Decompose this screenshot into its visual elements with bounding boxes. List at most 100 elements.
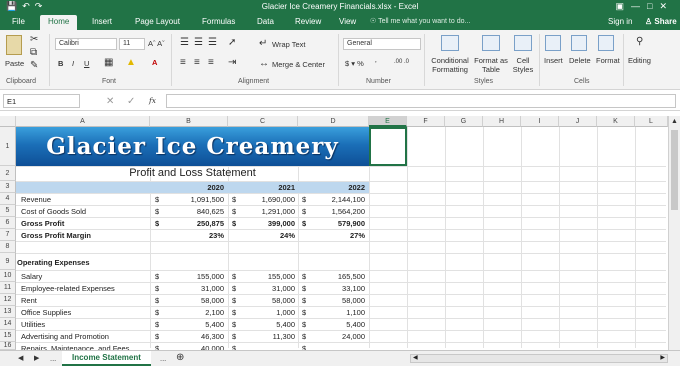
insert-function-icon[interactable]: fx [149, 96, 156, 105]
font-size-combo[interactable]: 11 [119, 38, 145, 50]
enter-icon[interactable]: ✓ [127, 96, 135, 107]
cell-styles-button[interactable]: Cell Styles [509, 56, 537, 74]
tab-view[interactable]: View [339, 17, 356, 26]
column-header-d[interactable]: D [298, 116, 369, 127]
underline-button[interactable]: U [84, 59, 89, 68]
orientation-icon[interactable]: ➚ [228, 37, 236, 48]
row-header-11[interactable]: 11 [0, 282, 16, 294]
row-header-5[interactable]: 5 [0, 205, 16, 217]
tab-file[interactable]: File [12, 17, 25, 26]
row-header-10[interactable]: 10 [0, 270, 16, 282]
italic-button[interactable]: I [72, 59, 74, 68]
column-header-h[interactable]: H [483, 116, 521, 127]
next-sheet-icon[interactable]: ▶ [34, 353, 39, 364]
format-as-table-button[interactable]: Format as Table [473, 56, 509, 74]
indent-icon[interactable]: ⇥ [228, 57, 236, 68]
vertical-scrollbar[interactable]: ▲ [668, 116, 680, 350]
prev-sheet-icon[interactable]: ◀ [18, 353, 23, 364]
align-right-icon[interactable]: ≡ [208, 57, 214, 68]
column-header-e[interactable]: E [369, 116, 407, 127]
active-cell-e1[interactable] [369, 127, 407, 166]
editing-button[interactable]: Editing [628, 56, 651, 65]
row-header-14[interactable]: 14 [0, 318, 16, 330]
column-header-l[interactable]: L [635, 116, 668, 127]
currency-button[interactable]: $ ▾ % [345, 59, 364, 68]
delete-button[interactable]: Delete [569, 56, 591, 65]
copy-icon[interactable]: ⧉ [30, 47, 37, 58]
more-sheets-right[interactable]: ... [160, 354, 166, 363]
row-header-6[interactable]: 6 [0, 217, 16, 229]
number-format-combo[interactable]: General [343, 38, 421, 50]
tab-review[interactable]: Review [295, 17, 321, 26]
paste-icon[interactable] [6, 35, 22, 55]
bold-button[interactable]: B [58, 59, 63, 68]
gridline [16, 306, 666, 307]
merge-center-button[interactable]: Merge & Center [272, 60, 325, 69]
insert-button[interactable]: Insert [544, 56, 563, 65]
sign-in-link[interactable]: Sign in [608, 17, 632, 26]
row-header-13[interactable]: 13 [0, 306, 16, 318]
tab-formulas[interactable]: Formulas [202, 17, 235, 26]
column-header-k[interactable]: K [597, 116, 635, 127]
tab-data[interactable]: Data [257, 17, 274, 26]
align-center-icon[interactable]: ≡ [194, 57, 200, 68]
column-header-f[interactable]: F [407, 116, 445, 127]
conditional-formatting-button[interactable]: Conditional Formatting [428, 56, 472, 74]
more-sheets-left[interactable]: ... [50, 354, 56, 363]
row-header-7[interactable]: 7 [0, 229, 16, 241]
tab-insert[interactable]: Insert [92, 17, 112, 26]
borders-icon[interactable]: ▦ [104, 57, 113, 68]
add-sheet-icon[interactable]: ⊕ [176, 352, 184, 363]
column-header-j[interactable]: J [559, 116, 597, 127]
align-top-icon[interactable]: ☰ [180, 37, 189, 48]
scroll-up-icon[interactable]: ▲ [671, 116, 678, 127]
row-header-8[interactable]: 8 [0, 241, 16, 253]
row-header-9[interactable]: 9 [0, 253, 16, 270]
sheet-tab-income-statement[interactable]: Income Statement [62, 351, 151, 366]
row-header-12[interactable]: 12 [0, 294, 16, 306]
align-middle-icon[interactable]: ☰ [194, 37, 203, 48]
column-header-a[interactable]: A [16, 116, 150, 127]
format-button[interactable]: Format [596, 56, 620, 65]
select-all-corner[interactable] [0, 116, 16, 127]
row-header-3[interactable]: 3 [0, 181, 16, 193]
formula-input[interactable] [166, 94, 676, 108]
comma-button[interactable]: ’ [375, 59, 377, 68]
window-title: Glacier Ice Creamery Financials.xlsx - E… [261, 2, 419, 11]
format-painter-icon[interactable]: ✎ [30, 60, 38, 71]
separator [539, 34, 540, 86]
column-header-c[interactable]: C [228, 116, 298, 127]
cut-icon[interactable]: ✂ [30, 34, 38, 45]
cancel-icon[interactable]: ✕ [106, 96, 114, 107]
paste-button[interactable]: Paste [5, 59, 24, 68]
window-controls[interactable]: ▣—□✕ [616, 1, 674, 12]
wrap-text-button[interactable]: Wrap Text [272, 40, 306, 49]
font-color-icon[interactable]: A [152, 58, 157, 67]
row-header-1[interactable]: 1 [0, 127, 16, 166]
row-header-16[interactable]: 16 [0, 342, 16, 350]
row-header-15[interactable]: 15 [0, 330, 16, 342]
tab-page-layout[interactable]: Page Layout [135, 17, 180, 26]
font-name-combo[interactable]: Calibri [55, 38, 117, 50]
gross-margin-2020: 23% [208, 231, 224, 240]
fill-color-icon[interactable]: ▲ [126, 57, 136, 68]
align-bottom-icon[interactable]: ☰ [208, 37, 217, 48]
scroll-left-icon[interactable]: ◀ [413, 354, 418, 361]
name-box[interactable]: E1 [3, 94, 80, 108]
column-header-b[interactable]: B [150, 116, 228, 127]
align-left-icon[interactable]: ≡ [180, 57, 186, 68]
share-button[interactable]: ♙ Share [645, 17, 677, 26]
horizontal-scrollbar[interactable]: ◀ ▶ [410, 354, 668, 363]
tell-me-box[interactable]: ☉ Tell me what you want to do... [370, 17, 470, 25]
utilities-2020: 5,400 [205, 320, 224, 329]
scroll-thumb[interactable] [671, 130, 678, 210]
column-header-i[interactable]: I [521, 116, 559, 127]
row-header-2[interactable]: 2 [0, 166, 16, 181]
row-header-4[interactable]: 4 [0, 193, 16, 205]
tab-home[interactable]: Home [40, 15, 78, 30]
column-header-g[interactable]: G [445, 116, 483, 127]
grow-font-icon[interactable]: Aˆ Aˇ [148, 39, 165, 48]
decimal-buttons[interactable]: .00 .0 [394, 59, 409, 65]
scroll-right-icon[interactable]: ▶ [660, 354, 665, 361]
dollar-sign: $ [232, 272, 237, 281]
